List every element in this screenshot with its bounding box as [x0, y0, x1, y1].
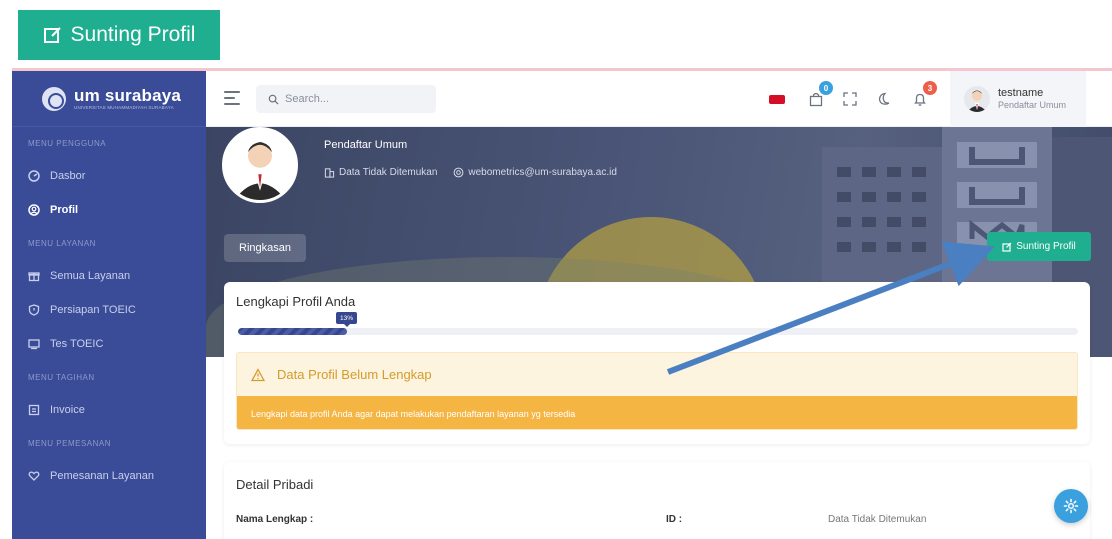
menu-heading-layanan: MENU LAYANAN: [28, 238, 96, 248]
sidebar-item-invoice[interactable]: Invoice: [12, 393, 206, 427]
personal-details-card: Detail Pribadi Nama Lengkap : ID : Data …: [224, 462, 1090, 539]
edit-icon: [1002, 242, 1012, 252]
language-flag-icon[interactable]: [769, 95, 785, 104]
card-title: Lengkapi Profil Anda: [236, 294, 356, 309]
incomplete-profile-alert: Data Profil Belum Lengkap Lengkapi data …: [236, 352, 1078, 430]
gear-icon: [1063, 498, 1079, 514]
shield-icon: [28, 304, 40, 316]
search-bar[interactable]: [256, 85, 436, 113]
building-icon: [324, 168, 335, 178]
sidebar-item-pemesanan-layanan[interactable]: Pemesanan Layanan: [12, 459, 206, 493]
banner-label: Sunting Profil: [70, 23, 196, 46]
profile-meta: Data Tidak Ditemukan webometrics@um-sura…: [324, 167, 617, 178]
full-name-label: Nama Lengkap :: [236, 514, 314, 525]
cart-button[interactable]: 0: [806, 81, 833, 109]
search-input[interactable]: [285, 93, 425, 105]
progress-fill: [238, 328, 348, 335]
sidebar-item-label: Profil: [50, 204, 79, 216]
profile-id-text: Data Tidak Ditemukan: [339, 167, 438, 178]
warning-icon: [251, 367, 265, 381]
fullscreen-icon: [843, 92, 857, 106]
at-sign-icon: [453, 167, 464, 178]
menu-heading-tagihan: MENU TAGIHAN: [28, 372, 95, 382]
user-circle-icon: [28, 204, 40, 216]
edit-profile-label: Sunting Profil: [1016, 241, 1076, 252]
sidebar-item-dasbor[interactable]: Dasbor: [12, 159, 206, 193]
sidebar-item-semua-layanan[interactable]: Semua Layanan: [12, 259, 206, 293]
alert-message: Lengkapi data profil Anda agar dapat mel…: [237, 396, 1077, 429]
menu-heading-pengguna: MENU PENGGUNA: [28, 138, 107, 148]
user-role: Pendaftar Umum: [998, 100, 1067, 111]
screenshot-root: Sunting Profil um surabaya UNIVERSITAS M…: [0, 0, 1112, 539]
search-icon: [268, 94, 279, 105]
sidebar-item-label: Tes TOEIC: [50, 338, 104, 350]
dark-mode-button[interactable]: [874, 89, 894, 109]
avatar: [964, 86, 990, 112]
complete-profile-card: Lengkapi Profil Anda 13% Data Profil Bel…: [224, 282, 1090, 444]
edit-profile-button[interactable]: Sunting Profil: [987, 232, 1091, 261]
user-name: testname: [998, 86, 1044, 99]
profile-avatar: [222, 127, 298, 203]
sidebar-item-label: Pemesanan Layanan: [50, 470, 154, 482]
top-header: 0 3 testname Pendaftar Umum: [206, 71, 1112, 127]
brand-name: um surabaya: [74, 85, 182, 105]
university-logo-icon: [42, 86, 66, 111]
invoice-icon: [28, 404, 40, 416]
user-menu[interactable]: testname Pendaftar Umum: [950, 71, 1086, 127]
settings-button[interactable]: [1054, 489, 1088, 523]
sidebar-item-tes-toeic[interactable]: Tes TOEIC: [12, 327, 206, 361]
sidebar-item-persiapan-toeic[interactable]: Persiapan TOEIC: [12, 293, 206, 327]
monitor-icon: [28, 339, 40, 350]
menu-heading-pemesanan: MENU PEMESANAN: [28, 438, 112, 448]
fullscreen-button[interactable]: [840, 89, 860, 109]
sidebar-item-label: Semua Layanan: [50, 270, 131, 282]
id-value: Data Tidak Ditemukan: [828, 514, 927, 525]
notification-count-badge: 3: [923, 81, 937, 95]
menu-toggle-icon[interactable]: [224, 91, 240, 105]
gift-icon: [28, 272, 40, 282]
tab-ringkasan[interactable]: Ringkasan: [224, 234, 306, 262]
notifications-button[interactable]: 3: [910, 81, 937, 109]
heart-hands-icon: [28, 471, 40, 481]
profile-email: webometrics@um-surabaya.ac.id: [468, 167, 617, 178]
sidebar-item-profil[interactable]: Profil: [12, 193, 206, 227]
sidebar: um surabaya UNIVERSITAS MUHAMMADIYAH SUR…: [12, 71, 206, 539]
alert-title: Data Profil Belum Lengkap: [277, 367, 432, 382]
id-label: ID :: [666, 514, 683, 525]
sunting-profil-banner: Sunting Profil: [18, 10, 220, 60]
sidebar-item-label: Dasbor: [50, 170, 86, 182]
profile-progress-bar: [238, 328, 1078, 335]
moon-icon: [878, 92, 890, 105]
card-title: Detail Pribadi: [236, 477, 314, 492]
brand-logo-area[interactable]: um surabaya UNIVERSITAS MUHAMMADIYAH SUR…: [12, 71, 206, 127]
profile-role: Pendaftar Umum: [324, 139, 408, 151]
sidebar-item-label: Invoice: [50, 404, 85, 416]
edit-icon: [43, 27, 61, 43]
progress-percent-tooltip: 13%: [336, 312, 358, 327]
cart-count-badge: 0: [819, 81, 833, 95]
dashboard-icon: [28, 170, 40, 182]
sidebar-item-label: Persiapan TOEIC: [50, 304, 136, 316]
brand-subtitle: UNIVERSITAS MUHAMMADIYAH SURABAYA: [74, 104, 174, 110]
